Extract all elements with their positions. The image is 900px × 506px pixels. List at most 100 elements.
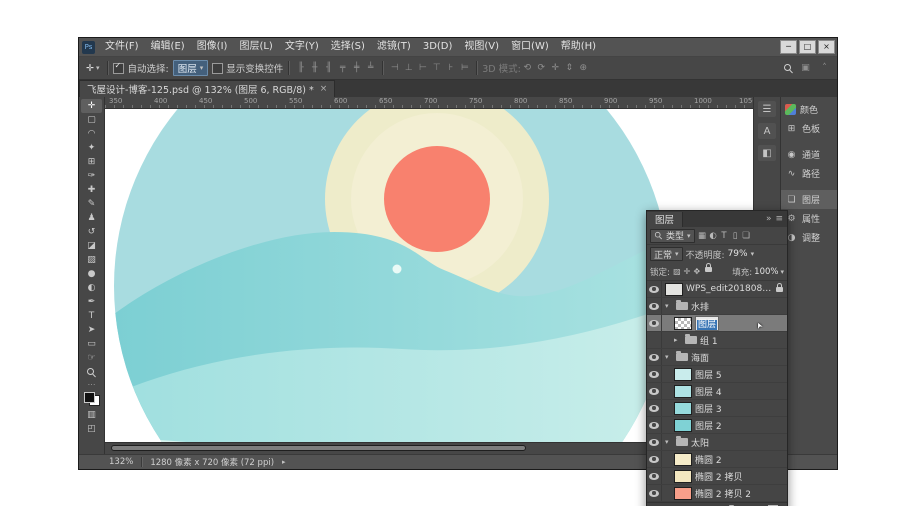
filter-type-dropdown[interactable]: 类型 ▾ <box>650 229 695 243</box>
panel-menu-icon[interactable]: ≡ <box>775 214 783 224</box>
gradient-tool[interactable]: ▨ <box>81 253 102 267</box>
brush-tool[interactable]: ✎ <box>81 197 102 211</box>
visibility-toggle[interactable] <box>647 400 662 416</box>
menu-item-0[interactable]: 文件(F) <box>99 38 145 56</box>
layer-row[interactable]: ▸ 组 1 <box>647 332 787 349</box>
foreground-color-swatch[interactable] <box>84 392 95 403</box>
disclosure-closed-icon[interactable]: ▸ <box>674 336 682 344</box>
menu-item-7[interactable]: 3D(D) <box>417 38 459 56</box>
dock-panel-channels[interactable]: ◉通道 <box>781 145 837 164</box>
menu-item-5[interactable]: 选择(S) <box>325 38 371 56</box>
layer-row[interactable]: 椭圆 2 拷贝 2 <box>647 485 787 502</box>
collapsed-character-panel-icon[interactable]: A <box>758 123 776 139</box>
visibility-toggle[interactable] <box>647 281 662 297</box>
menu-item-9[interactable]: 窗口(W) <box>505 38 555 56</box>
minimize-button[interactable]: ─ <box>780 40 797 54</box>
layer-name[interactable]: WPS_edit2018080410... <box>686 284 773 294</box>
layer-name[interactable]: 海面 <box>691 351 709 364</box>
layer-thumbnail[interactable] <box>674 368 692 381</box>
visibility-toggle[interactable] <box>647 315 662 331</box>
visibility-toggle[interactable] <box>647 298 662 314</box>
color-swatches[interactable] <box>84 392 100 406</box>
dock-panel-adjustments[interactable]: ◑调整 <box>781 228 837 247</box>
clone-stamp-tool[interactable]: ♟ <box>81 211 102 225</box>
lock-icon-2[interactable]: ✥ <box>692 267 702 276</box>
layer-name-input[interactable]: 图层 <box>695 316 719 331</box>
layer-row[interactable]: 图层 5 <box>647 366 787 383</box>
layer-row[interactable]: 图层 2 <box>647 417 787 434</box>
visibility-toggle[interactable] <box>647 485 662 501</box>
show-transform-checkbox[interactable] <box>212 63 223 74</box>
disclosure-open-icon[interactable]: ▾ <box>665 438 673 446</box>
menu-item-6[interactable]: 滤镜(T) <box>371 38 417 56</box>
visibility-toggle[interactable] <box>647 332 662 348</box>
auto-select-checkbox[interactable] <box>113 63 124 74</box>
fill-value[interactable]: 100% <box>754 267 778 277</box>
layer-row[interactable]: 图层 4 <box>647 383 787 400</box>
align-icon-0[interactable]: ╟ <box>294 63 307 73</box>
layer-thumbnail[interactable] <box>674 470 692 483</box>
visibility-toggle[interactable] <box>647 434 662 450</box>
crop-tool[interactable]: ⊞ <box>81 155 102 169</box>
align-icon-3[interactable]: ╤ <box>336 63 349 73</box>
collapsed-history-panel-icon[interactable]: ☰ <box>758 101 776 117</box>
align-icon-5[interactable]: ╧ <box>364 63 377 73</box>
distribute-icon-4[interactable]: ⊦ <box>444 63 457 73</box>
filter-kind-icon-1[interactable]: ◐ <box>708 231 719 241</box>
lock-icon-1[interactable]: ✛ <box>682 267 692 276</box>
layer-name[interactable]: 水排 <box>691 300 709 313</box>
disclosure-open-icon[interactable]: ▾ <box>665 353 673 361</box>
layer-name[interactable]: 图层 4 <box>695 385 722 398</box>
blur-tool[interactable]: ● <box>81 267 102 281</box>
healing-brush-tool[interactable]: ✚ <box>81 183 102 197</box>
document-tab[interactable]: 飞屋设计-博客-125.psd @ 132% (图层 6, RGB/8) * × <box>79 80 335 97</box>
lock-all-icon[interactable] <box>705 267 712 272</box>
filter-kind-icon-4[interactable]: ❏ <box>741 231 752 241</box>
dock-panel-swatches[interactable]: ⊞色板 <box>781 119 837 138</box>
opacity-value[interactable]: 79% <box>728 249 748 259</box>
type-tool[interactable]: T <box>81 309 102 323</box>
path-selection-tool[interactable]: ➤ <box>81 323 102 337</box>
visibility-toggle[interactable] <box>647 349 662 365</box>
filter-kind-icon-2[interactable]: T <box>719 231 730 241</box>
layer-name[interactable]: 图层 3 <box>695 402 722 415</box>
layer-thumbnail[interactable] <box>665 283 683 296</box>
layer-name[interactable]: 椭圆 2 拷贝 2 <box>695 487 751 500</box>
layer-name[interactable]: 组 1 <box>700 334 718 347</box>
distribute-icon-3[interactable]: ⊤ <box>430 63 443 73</box>
layer-name[interactable]: 图层 2 <box>695 419 722 432</box>
visibility-toggle[interactable] <box>647 417 662 433</box>
collapsed-libraries-panel-icon[interactable]: ◧ <box>758 145 776 161</box>
collapse-icon[interactable]: » <box>766 214 772 224</box>
layer-name[interactable]: 椭圆 2 <box>695 453 722 466</box>
mode3d-icon-0[interactable]: ⟲ <box>521 63 534 73</box>
visibility-toggle[interactable] <box>647 468 662 484</box>
filter-kind-icon-0[interactable]: ▦ <box>697 231 708 241</box>
zoom-level[interactable]: 132% <box>109 457 133 467</box>
layer-name[interactable]: 太阳 <box>691 436 709 449</box>
workspace-icon[interactable]: ▣ <box>799 63 812 73</box>
screen-mode-button[interactable]: ◰ <box>81 422 102 436</box>
mode3d-icon-1[interactable]: ⟳ <box>535 63 548 73</box>
pen-tool[interactable]: ✒ <box>81 295 102 309</box>
align-icon-1[interactable]: ╫ <box>308 63 321 73</box>
layer-thumbnail[interactable] <box>674 317 692 330</box>
marquee-tool[interactable]: ▢ <box>81 113 102 127</box>
distribute-icon-5[interactable]: ⊨ <box>458 63 471 73</box>
visibility-toggle[interactable] <box>647 366 662 382</box>
disclosure-open-icon[interactable]: ▾ <box>665 302 673 310</box>
dock-panel-paths[interactable]: ∿路径 <box>781 164 837 183</box>
close-button[interactable]: × <box>818 40 835 54</box>
layer-thumbnail[interactable] <box>674 402 692 415</box>
visibility-toggle[interactable] <box>647 451 662 467</box>
maximize-button[interactable]: □ <box>799 40 816 54</box>
dodge-tool[interactable]: ◐ <box>81 281 102 295</box>
layers-panel-tab[interactable]: 图层 <box>647 212 683 227</box>
align-icon-2[interactable]: ╢ <box>322 63 335 73</box>
search-icon[interactable] <box>784 64 793 73</box>
eraser-tool[interactable]: ◪ <box>81 239 102 253</box>
tab-close-icon[interactable]: × <box>320 84 328 94</box>
mode3d-icon-4[interactable]: ⊕ <box>577 63 590 73</box>
more-tools-icon[interactable]: ⋯ <box>88 380 96 389</box>
layer-row[interactable]: 图层 <box>647 315 787 332</box>
